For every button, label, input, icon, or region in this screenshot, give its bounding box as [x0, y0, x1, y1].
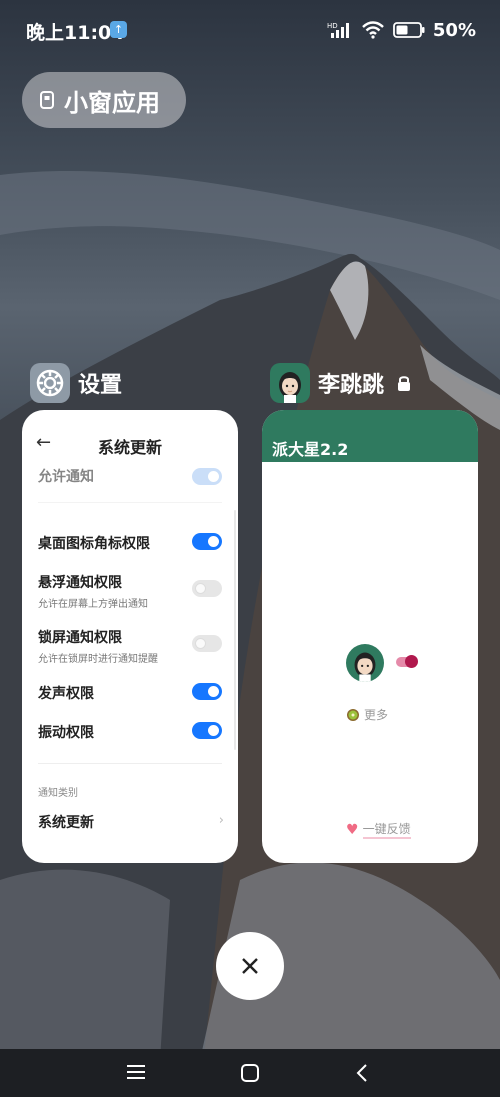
- small-window-apps-button[interactable]: 小窗应用: [22, 72, 186, 128]
- avatar: [270, 363, 310, 403]
- kiwi-icon: [347, 708, 359, 721]
- home-button[interactable]: [240, 1063, 262, 1083]
- close-icon: [242, 958, 258, 974]
- category-item-system-update[interactable]: 系统更新: [38, 812, 222, 832]
- floating-permission-toggle[interactable]: [192, 580, 222, 597]
- pai-app-name: 李跳跳: [318, 373, 385, 398]
- lockscreen-permission-toggle[interactable]: [192, 635, 222, 652]
- page-title: 系统更新: [97, 438, 162, 457]
- pai-header: 派大星2.2: [262, 410, 478, 462]
- allow-notifications-toggle[interactable]: [192, 468, 222, 485]
- setting-row-floating[interactable]: 悬浮通知权限 允许在屏幕上方弹出通知: [38, 572, 222, 610]
- menu-icon: [127, 1065, 145, 1079]
- setting-row-lockscreen[interactable]: 锁屏通知权限 允许在锁屏时进行通知提醒: [38, 627, 222, 665]
- feedback-link[interactable]: ♥ 一键反馈: [346, 820, 411, 839]
- small-window-icon: [40, 91, 54, 109]
- scrollbar[interactable]: [234, 510, 236, 750]
- close-button[interactable]: [216, 932, 284, 1000]
- more-link[interactable]: 更多: [346, 706, 388, 723]
- pai-service-toggle[interactable]: [396, 655, 418, 668]
- settings-topbar: ← 系统更新: [22, 432, 238, 460]
- pai-window-card[interactable]: 派大星2.2 更多 ♥ 一键反馈: [262, 410, 478, 863]
- status-bar: 晚上11:04 ↑ HD 50%: [0, 0, 500, 60]
- home-icon: [241, 1064, 259, 1082]
- pai-avatar[interactable]: [346, 644, 384, 682]
- navigation-bar: [0, 1049, 500, 1097]
- settings-window-card[interactable]: ← 系统更新 允许通知 桌面图标角标权限 悬浮通知权限 允许在屏幕上方弹出通知 …: [22, 410, 238, 863]
- row-title: 系统更新: [38, 815, 94, 831]
- back-icon: [356, 1064, 367, 1082]
- svg-text:HD: HD: [327, 22, 338, 30]
- small-window-label: 小窗应用: [64, 88, 160, 117]
- badge-permission-toggle[interactable]: [192, 533, 222, 550]
- gear-icon: [30, 363, 70, 403]
- row-subtitle: 允许在屏幕上方弹出通知: [38, 599, 148, 610]
- setting-row-allow-notifications[interactable]: 允许通知: [38, 466, 222, 486]
- upload-badge-icon: ↑: [110, 21, 127, 38]
- vibration-permission-toggle[interactable]: [192, 722, 222, 739]
- row-subtitle: 允许在锁屏时进行通知提醒: [38, 654, 158, 665]
- sound-permission-toggle[interactable]: [192, 683, 222, 700]
- battery-icon: [393, 22, 425, 38]
- wifi-icon: [362, 21, 384, 39]
- setting-row-vibration[interactable]: 振动权限: [38, 722, 222, 742]
- settings-app-header[interactable]: 设置: [30, 363, 122, 403]
- back-button[interactable]: [354, 1063, 376, 1083]
- divider: [38, 502, 222, 503]
- chevron-right-icon: ›: [218, 813, 224, 828]
- more-label: 更多: [364, 708, 389, 722]
- menu-button[interactable]: [126, 1063, 148, 1083]
- pai-header-title: 派大星2.2: [272, 440, 349, 459]
- lock-icon: [398, 376, 411, 391]
- feedback-label: 一键反馈: [362, 820, 411, 839]
- heart-icon: ♥: [346, 821, 359, 838]
- divider: [38, 763, 222, 764]
- setting-row-sound[interactable]: 发声权限: [38, 683, 222, 703]
- setting-row-badge[interactable]: 桌面图标角标权限: [38, 533, 222, 553]
- battery-percent: 50%: [432, 19, 476, 41]
- pai-app-header[interactable]: 李跳跳: [270, 363, 412, 403]
- settings-app-name: 设置: [78, 373, 123, 398]
- section-label: 通知类别: [38, 788, 78, 799]
- signal-icon: HD: [327, 22, 349, 38]
